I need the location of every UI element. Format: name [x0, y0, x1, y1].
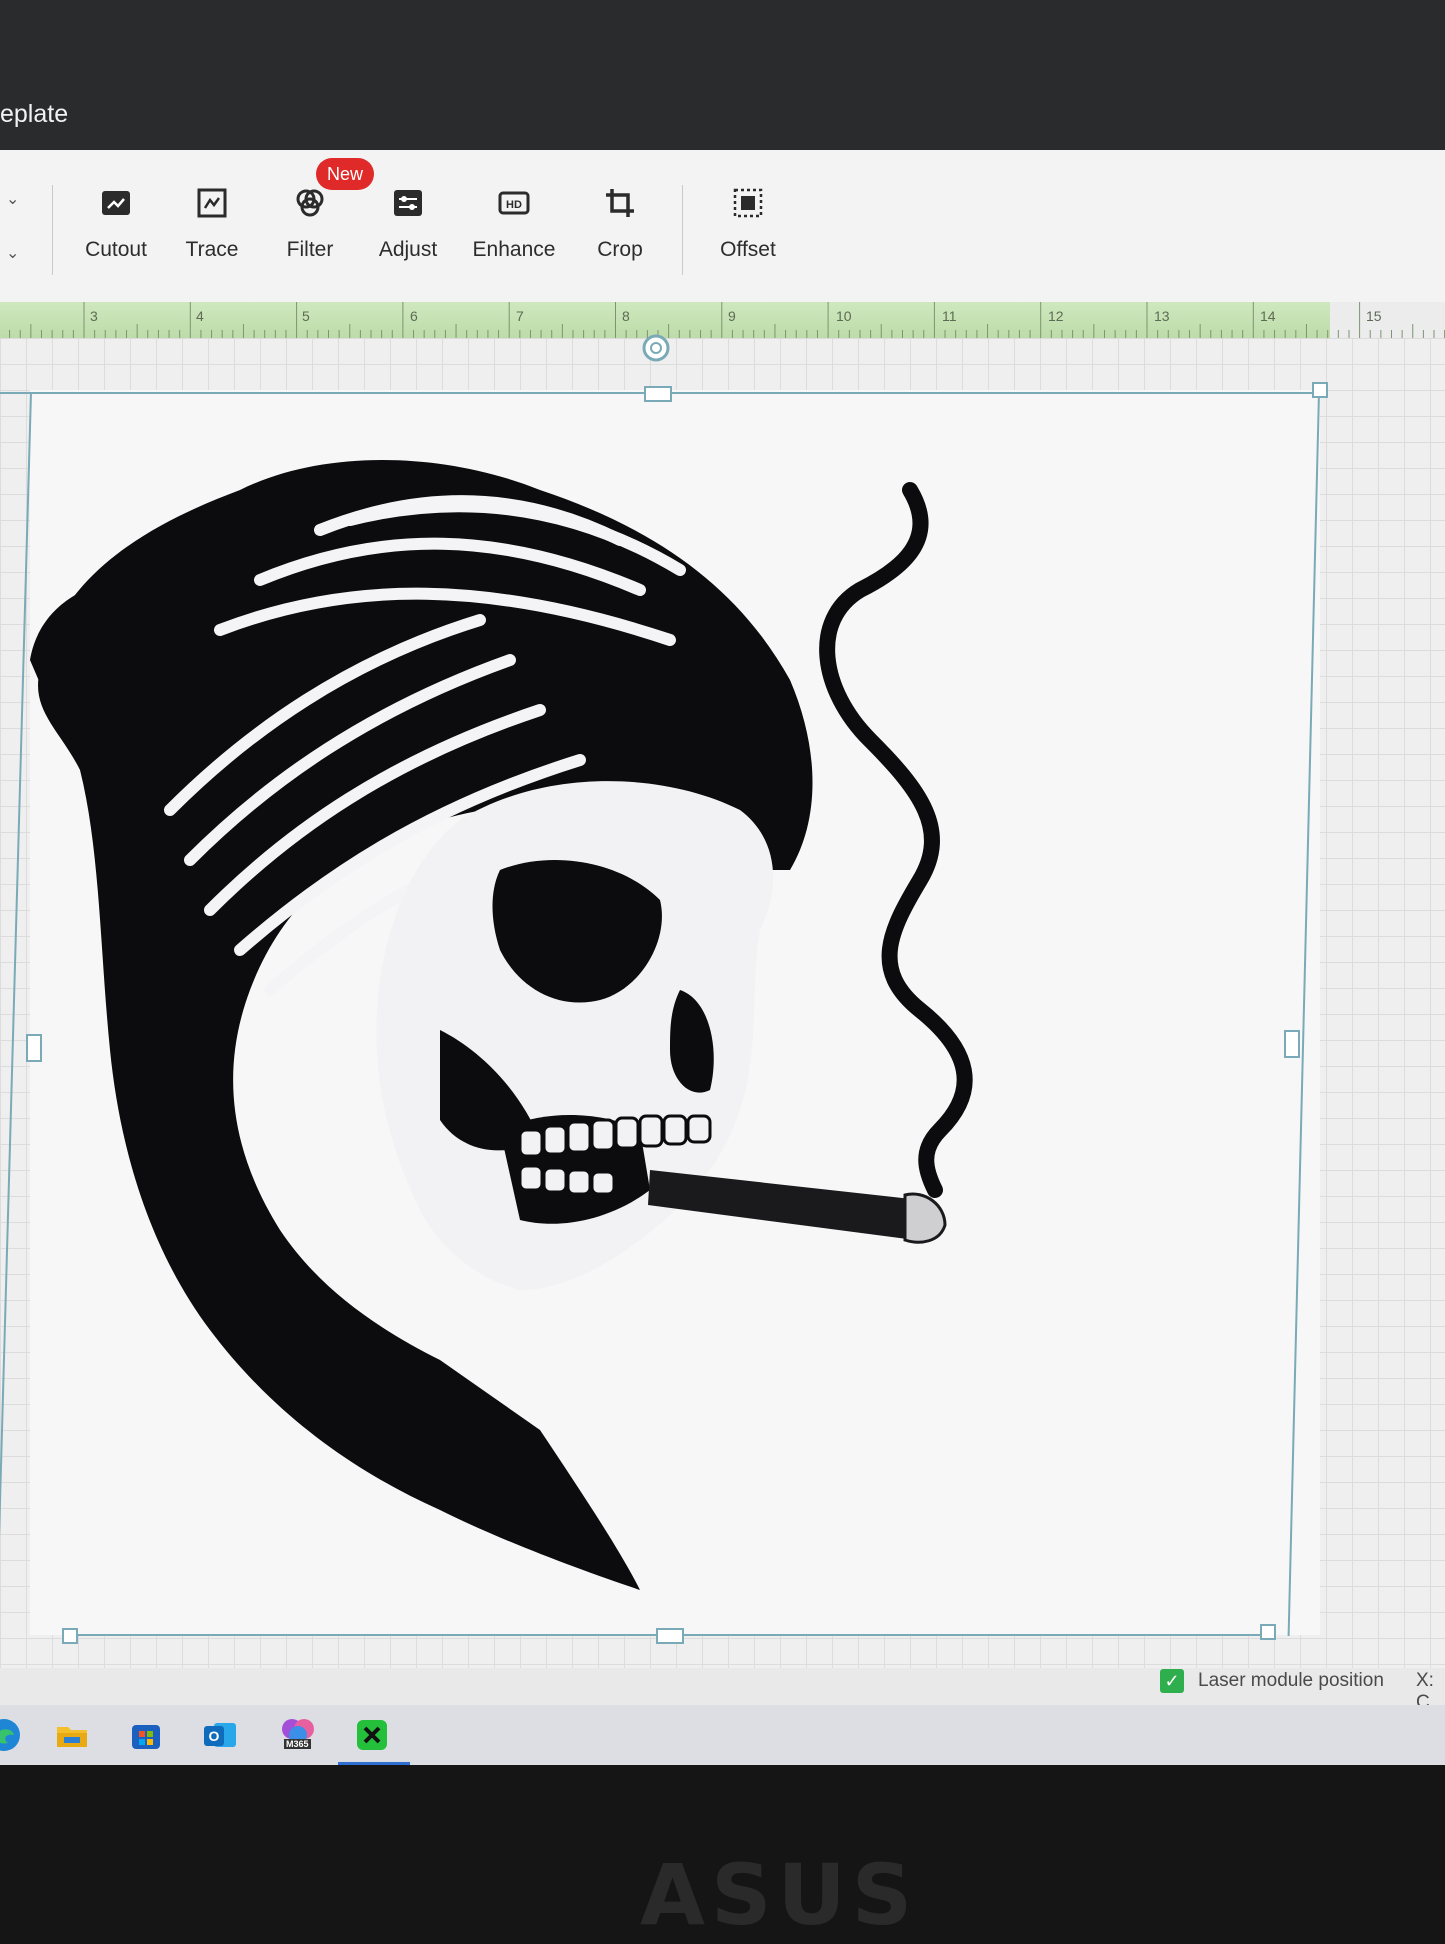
rotate-handle-icon[interactable]: [640, 332, 672, 364]
filter-icon: [296, 189, 324, 217]
laser-module-label: Laser module position: [1198, 1670, 1384, 1691]
resize-handle-bottom[interactable]: [656, 1628, 684, 1644]
trace-label: Trace: [185, 238, 239, 261]
cutout-button[interactable]: Cutout: [66, 186, 166, 276]
adjust-button[interactable]: Adjust: [358, 186, 458, 276]
enhance-button[interactable]: HD Enhance: [464, 186, 564, 276]
svg-text:HD: HD: [506, 199, 522, 211]
chevron-down-icon[interactable]: ⌄: [6, 246, 22, 262]
ruler-number: 14: [1260, 308, 1276, 324]
edge-icon[interactable]: [0, 1717, 22, 1753]
m365-icon[interactable]: M365: [280, 1717, 316, 1753]
filter-label: Filter: [286, 238, 334, 261]
hd-icon: HD: [498, 191, 530, 215]
toolbar: ⌄ ⌄ Cutout Trace Filter Adjust HD Enhanc…: [0, 150, 1445, 302]
ruler-number: 11: [942, 308, 957, 324]
taskbar: O M365: [0, 1705, 1445, 1765]
ruler-number: 12: [1048, 308, 1064, 324]
new-badge: New: [316, 158, 374, 190]
cutout-label: Cutout: [85, 238, 147, 261]
adjust-icon: [394, 190, 422, 216]
adjust-label: Adjust: [378, 238, 438, 261]
title-bar: eplate: [0, 0, 1445, 150]
active-app-indicator: [338, 1762, 410, 1765]
resize-handle-top-right[interactable]: [1312, 382, 1328, 398]
laser-module-checkbox[interactable]: ✓: [1160, 1669, 1184, 1693]
toolbar-divider: [682, 185, 683, 275]
outlook-icon[interactable]: O: [202, 1717, 238, 1753]
chevron-down-icon[interactable]: ⌄: [6, 192, 22, 208]
resize-handle-top[interactable]: [644, 386, 672, 402]
enhance-label: Enhance: [472, 238, 556, 261]
trace-button[interactable]: Trace: [162, 186, 262, 276]
monitor-logo: ASUS: [640, 1846, 919, 1944]
skull-artwork[interactable]: [20, 430, 1230, 1630]
offset-button[interactable]: Offset: [698, 186, 798, 276]
crop-icon: [606, 189, 634, 217]
ruler-number: 8: [622, 308, 630, 324]
resize-handle-left[interactable]: [26, 1034, 42, 1062]
svg-text:O: O: [209, 1728, 220, 1744]
ruler-number: 13: [1154, 308, 1170, 324]
cutout-icon: [102, 191, 130, 215]
ruler-number: 5: [302, 308, 310, 324]
ruler-number: 15: [1366, 308, 1382, 324]
m365-label: M365: [284, 1739, 311, 1749]
resize-handle-bottom-left[interactable]: [62, 1628, 78, 1644]
ruler-number: 4: [196, 308, 204, 324]
ruler-ticks: [9, 302, 1445, 338]
monitor-screen: eplate ⌄ ⌄ Cutout Trace Filter Adjust HD…: [0, 0, 1445, 1765]
window-title: eplate: [0, 100, 69, 128]
horizontal-ruler[interactable]: 3 4 5 6 7 8 9 10 11 12 13 14 15: [0, 302, 1445, 339]
offset-label: Offset: [720, 238, 776, 261]
ruler-number: 9: [728, 308, 736, 324]
filter-button[interactable]: Filter: [260, 186, 360, 276]
toolbar-divider: [52, 185, 53, 275]
crop-button[interactable]: Crop: [570, 186, 670, 276]
ruler-number: 10: [836, 308, 852, 324]
xtool-icon[interactable]: [354, 1717, 390, 1753]
crop-label: Crop: [597, 238, 643, 261]
ruler-number: 6: [410, 308, 418, 324]
file-explorer-icon[interactable]: [54, 1717, 90, 1753]
resize-handle-right[interactable]: [1284, 1030, 1300, 1058]
offset-icon: [733, 188, 763, 218]
trace-icon: [197, 188, 227, 218]
ruler-number: 7: [516, 308, 524, 324]
ruler-number: 3: [90, 308, 98, 324]
resize-handle-bottom-right[interactable]: [1260, 1624, 1276, 1640]
store-icon[interactable]: [128, 1717, 164, 1753]
